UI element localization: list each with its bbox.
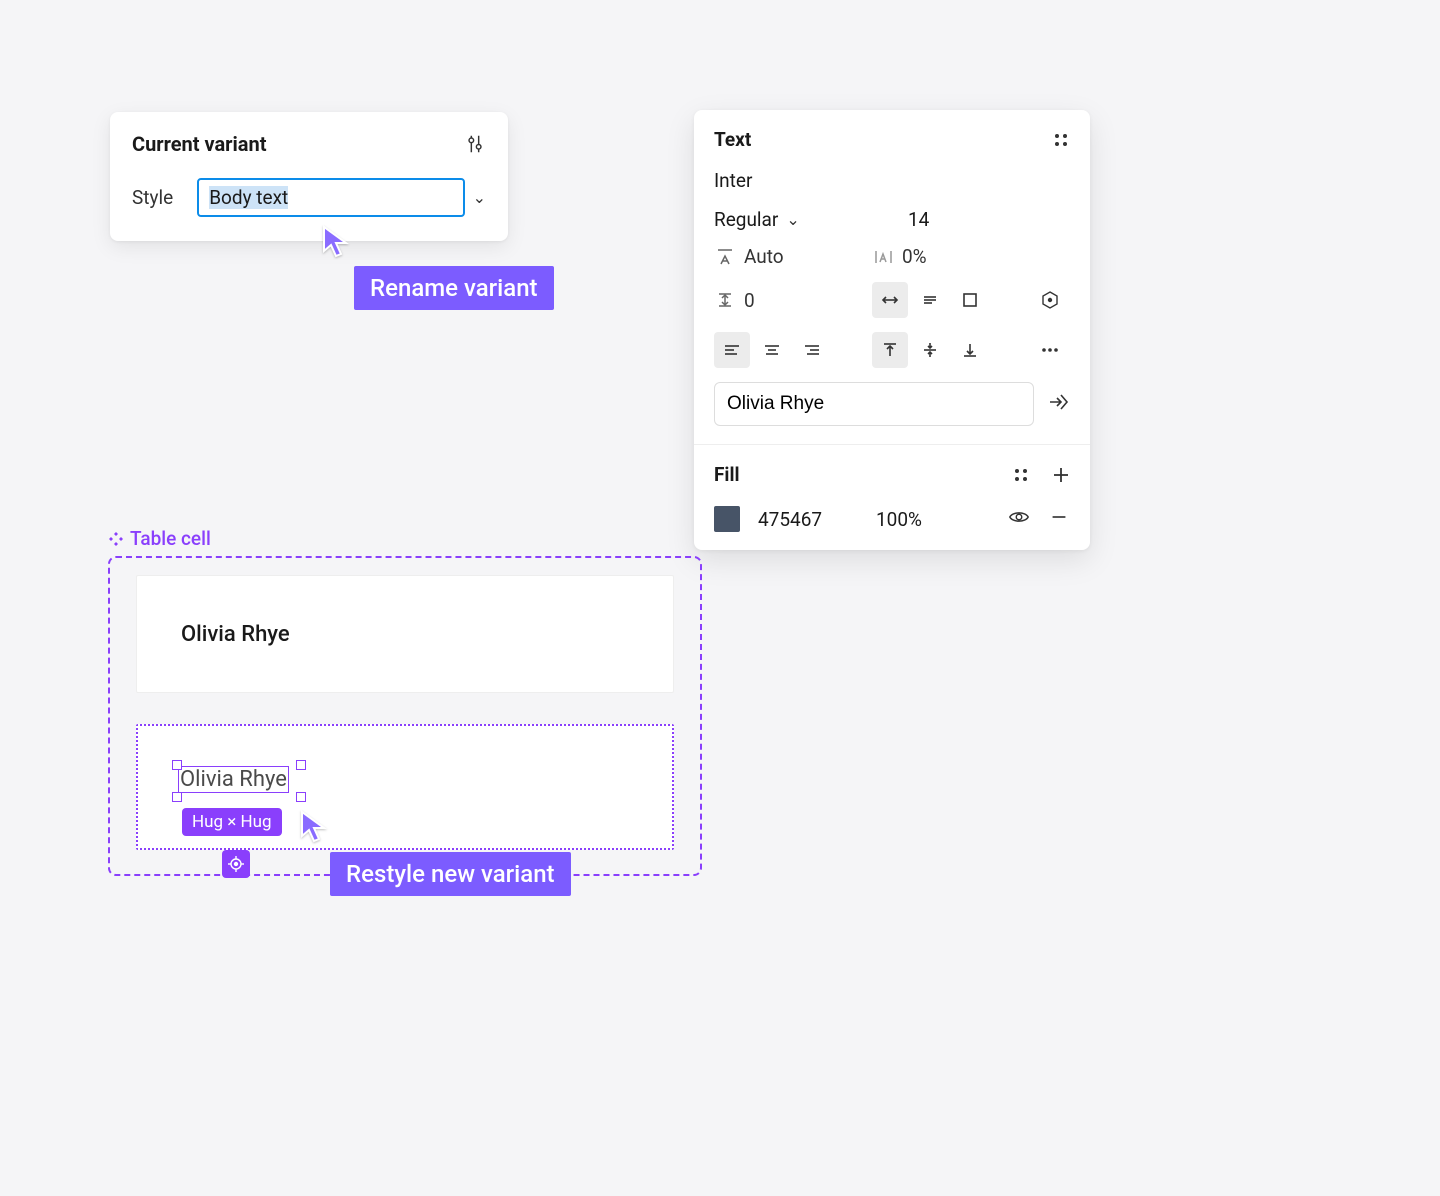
- component-label[interactable]: Table cell: [108, 527, 211, 550]
- selection-handle-top-left[interactable]: [172, 760, 182, 770]
- paragraph-spacing-icon: [714, 289, 736, 311]
- autolayout-size-pill: Hug × Hug: [182, 808, 282, 836]
- paragraph-resize-row: 0: [714, 282, 1070, 318]
- variant-field-value: Body text: [209, 186, 288, 209]
- variant-dropdown[interactable]: Body text ⌄: [197, 178, 486, 217]
- align-center-button[interactable]: [754, 332, 790, 368]
- resize-fixed-button[interactable]: [952, 282, 988, 318]
- variant-row: Style Body text ⌄: [132, 178, 486, 217]
- letter-spacing-value: 0%: [902, 245, 927, 268]
- visibility-toggle-icon[interactable]: [1008, 506, 1030, 532]
- valign-bottom-button[interactable]: [952, 332, 988, 368]
- selection-handle-bottom-right[interactable]: [296, 792, 306, 802]
- absolute-position-icon[interactable]: [222, 850, 250, 878]
- line-height-value: Auto: [744, 245, 784, 268]
- font-weight-value: Regular: [714, 208, 778, 231]
- sliders-icon[interactable]: [464, 133, 486, 155]
- remove-fill-icon[interactable]: [1048, 506, 1070, 532]
- component-icon: [108, 531, 124, 547]
- valign-top-button[interactable]: [872, 332, 908, 368]
- fill-row: 475467 100%: [714, 506, 1070, 532]
- font-family-field[interactable]: Inter: [714, 169, 1070, 192]
- restyle-variant-annotation: Restyle new variant: [330, 852, 571, 896]
- text-section-title: Text: [714, 128, 751, 151]
- table-cell-variant-1[interactable]: Olivia Rhye: [136, 575, 674, 693]
- align-left-button[interactable]: [714, 332, 750, 368]
- font-size-field[interactable]: 14: [872, 208, 1030, 231]
- fill-section: Fill 475467 100%: [694, 445, 1090, 550]
- variant-panel: Current variant Style Body text ⌄: [110, 112, 508, 241]
- properties-panel: Text Inter Regular ⌄ 14 Auto: [694, 110, 1090, 550]
- paragraph-spacing-value: 0: [744, 289, 755, 312]
- cursor-pointer-icon: [300, 810, 330, 848]
- table-cell-1-text: Olivia Rhye: [181, 622, 290, 647]
- rename-variant-annotation: Rename variant: [354, 266, 554, 310]
- chevron-down-icon[interactable]: ⌄: [786, 210, 799, 229]
- letter-spacing-field[interactable]: 0%: [872, 245, 1030, 268]
- resize-auto-width-button[interactable]: [872, 282, 908, 318]
- paragraph-spacing-field[interactable]: 0: [714, 289, 872, 312]
- style-picker-icon[interactable]: [1052, 131, 1070, 149]
- fill-style-picker-icon[interactable]: [1012, 466, 1030, 484]
- fill-swatch[interactable]: [714, 506, 740, 532]
- horizontal-align-group: [714, 332, 872, 368]
- weight-size-row: Regular ⌄ 14: [714, 208, 1070, 231]
- font-size-value: 14: [908, 208, 929, 231]
- fill-section-header: Fill: [714, 463, 1070, 486]
- variant-field[interactable]: Body text: [197, 178, 464, 217]
- vertical-align-group: [872, 332, 1030, 368]
- line-height-field[interactable]: Auto: [714, 245, 872, 268]
- selection-handle-bottom-left[interactable]: [172, 792, 182, 802]
- letter-spacing-icon: [872, 246, 894, 268]
- resize-auto-height-button[interactable]: [912, 282, 948, 318]
- lineheight-letterspacing-row: Auto 0%: [714, 245, 1070, 268]
- variant-panel-title: Current variant: [132, 132, 266, 156]
- chevron-down-icon[interactable]: ⌄: [473, 188, 486, 207]
- text-content-input[interactable]: [714, 382, 1034, 426]
- line-height-icon: [714, 246, 736, 268]
- fill-opacity-value[interactable]: 100%: [876, 508, 956, 531]
- add-fill-icon[interactable]: [1052, 466, 1070, 484]
- variant-panel-header: Current variant: [132, 132, 486, 156]
- cursor-pointer-icon: [322, 225, 352, 263]
- fill-hex-value[interactable]: 475467: [758, 508, 858, 531]
- selected-text-layer[interactable]: Olivia Rhye: [178, 766, 289, 793]
- font-weight-field[interactable]: Regular ⌄: [714, 208, 872, 231]
- align-right-button[interactable]: [794, 332, 830, 368]
- resize-mode-group: [872, 282, 1030, 318]
- more-options-icon[interactable]: [1039, 339, 1061, 361]
- text-content-row: [714, 382, 1070, 426]
- align-valign-row: [714, 332, 1070, 368]
- valign-middle-button[interactable]: [912, 332, 948, 368]
- text-section: Text Inter Regular ⌄ 14 Auto: [694, 110, 1090, 445]
- type-settings-icon[interactable]: [1039, 289, 1061, 311]
- fill-section-title: Fill: [714, 463, 740, 486]
- text-section-header: Text: [714, 128, 1070, 151]
- apply-variable-icon[interactable]: [1046, 390, 1070, 418]
- variant-prop-label: Style: [132, 186, 173, 209]
- component-label-text: Table cell: [130, 527, 211, 550]
- selection-handle-top-right[interactable]: [296, 760, 306, 770]
